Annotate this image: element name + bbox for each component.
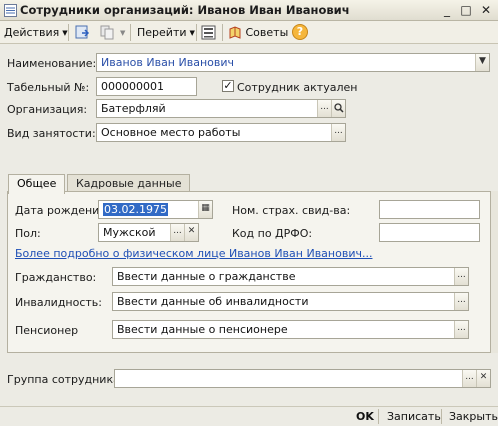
name-label: Наименование: xyxy=(7,57,97,70)
footer-separator xyxy=(441,409,442,424)
name-value: Иванов Иван Иванович xyxy=(101,56,234,69)
gender-label: Пол: xyxy=(15,227,41,240)
dropdown-arrow-icon: ▼ xyxy=(189,29,195,37)
window-title: Сотрудники организаций: Иванов Иван Иван… xyxy=(20,3,350,17)
maximize-button[interactable]: □ xyxy=(459,3,473,17)
organization-field[interactable]: Батерфляй ... xyxy=(96,99,346,118)
dropdown-arrow-icon: ▼ xyxy=(62,29,68,37)
general-tab-panel: Дата рождения: 03.02.1975 ▦ Ном. страх. … xyxy=(7,191,491,353)
insurance-label: Ном. страх. свид-ва: xyxy=(232,204,351,217)
tab-general-label: Общее xyxy=(17,177,57,190)
citizenship-select-button[interactable]: ... xyxy=(454,268,468,285)
group-select-button[interactable]: ... xyxy=(462,370,476,387)
footer-separator xyxy=(378,409,379,424)
citizenship-field[interactable]: Ввести данные о гражданстве ... xyxy=(112,267,469,286)
name-field[interactable]: Иванов Иван Иванович ▼ xyxy=(96,53,490,72)
pensioner-select-button[interactable]: ... xyxy=(454,321,468,338)
magnifier-icon xyxy=(333,103,344,113)
birth-date-label: Дата рождения: xyxy=(15,204,110,217)
calendar-button[interactable]: ▦ xyxy=(198,201,212,218)
tab-number-label: Табельный №: xyxy=(7,81,90,94)
list-icon xyxy=(4,4,17,17)
help-icon: ? xyxy=(296,25,304,38)
tab-number-value: 000000001 xyxy=(101,80,164,93)
name-dropdown-button[interactable]: ▼ xyxy=(475,54,489,71)
gender-value: Мужской xyxy=(103,226,156,239)
pensioner-field[interactable]: Ввести данные о пенсионере ... xyxy=(112,320,469,339)
employment-value: Основное место работы xyxy=(101,126,241,139)
group-clear-button[interactable]: ✕ xyxy=(476,370,490,387)
employment-select-button[interactable]: ... xyxy=(331,124,345,141)
birth-date-value: 03.02.1975 xyxy=(103,203,168,216)
organization-label: Организация: xyxy=(7,103,88,116)
save-button[interactable]: Записать xyxy=(387,410,441,423)
citizenship-label: Гражданство: xyxy=(15,271,97,284)
close-window-button[interactable]: ✕ xyxy=(479,3,493,17)
actual-label: Сотрудник актуален xyxy=(237,81,358,94)
tab-general[interactable]: Общее xyxy=(8,174,66,194)
employee-group-label: Группа сотрудника: xyxy=(7,373,124,386)
pensioner-value: Ввести данные о пенсионере xyxy=(117,323,288,336)
drfo-label: Код по ДРФО: xyxy=(232,227,313,240)
goto-label: Перейти xyxy=(137,26,187,39)
birth-date-field[interactable]: 03.02.1975 ▦ xyxy=(98,200,213,219)
insurance-field[interactable] xyxy=(379,200,480,219)
copy-dropdown-arrow-icon[interactable]: ▼ xyxy=(120,29,125,37)
tips-label: Советы xyxy=(245,26,289,39)
employee-group-field[interactable]: ... ✕ xyxy=(114,369,491,388)
close-button[interactable]: Закрыть xyxy=(449,410,498,423)
drfo-field[interactable] xyxy=(379,223,480,242)
actions-menu-button[interactable]: Действия ▼ xyxy=(4,25,68,41)
disability-value: Ввести данные об инвалидности xyxy=(117,295,309,308)
pensioner-label: Пенсионер xyxy=(15,324,79,337)
toolbar-separator xyxy=(222,24,223,41)
toolbar: Действия ▼ ▼ Перейти ▼ Советы ? xyxy=(0,21,498,44)
goto-menu-button[interactable]: Перейти ▼ xyxy=(137,25,195,41)
organization-open-button[interactable] xyxy=(331,100,345,117)
citizenship-value: Ввести данные о гражданстве xyxy=(117,270,296,283)
minimize-button[interactable]: _ xyxy=(440,3,454,17)
disability-label: Инвалидность: xyxy=(15,296,102,309)
save-close-icon[interactable] xyxy=(75,25,90,40)
tips-book-icon xyxy=(229,26,241,39)
organization-select-button[interactable]: ... xyxy=(317,100,331,117)
copy-icon[interactable] xyxy=(100,25,115,40)
disability-field[interactable]: Ввести данные об инвалидности ... xyxy=(112,292,469,311)
gender-select-button[interactable]: ... xyxy=(170,224,184,241)
toolbar-separator xyxy=(196,24,197,41)
organization-value: Батерфляй xyxy=(101,102,166,115)
tips-button[interactable]: Советы xyxy=(228,25,288,41)
help-button[interactable]: ? xyxy=(292,24,308,40)
gender-clear-button[interactable]: ✕ xyxy=(184,224,198,241)
actual-checkbox[interactable]: ✓ xyxy=(222,80,234,92)
structure-icon[interactable] xyxy=(201,25,216,40)
actions-label: Действия xyxy=(4,26,60,39)
title-bar: Сотрудники организаций: Иванов Иван Иван… xyxy=(0,0,498,21)
employment-label: Вид занятости: xyxy=(7,127,96,140)
toolbar-separator xyxy=(68,24,69,41)
employment-field[interactable]: Основное место работы ... xyxy=(96,123,346,142)
tab-personnel-label: Кадровые данные xyxy=(76,177,182,190)
tab-number-field[interactable]: 000000001 xyxy=(96,77,197,96)
panel-scrollbar[interactable] xyxy=(491,191,498,353)
toolbar-separator xyxy=(130,24,131,41)
more-info-link[interactable]: Более подробно о физическом лице Иванов … xyxy=(15,247,372,260)
disability-select-button[interactable]: ... xyxy=(454,293,468,310)
gender-field[interactable]: Мужской ... ✕ xyxy=(98,223,199,242)
footer-bar: OK Записать Закрыть xyxy=(0,406,498,426)
ok-button[interactable]: OK xyxy=(356,410,374,423)
